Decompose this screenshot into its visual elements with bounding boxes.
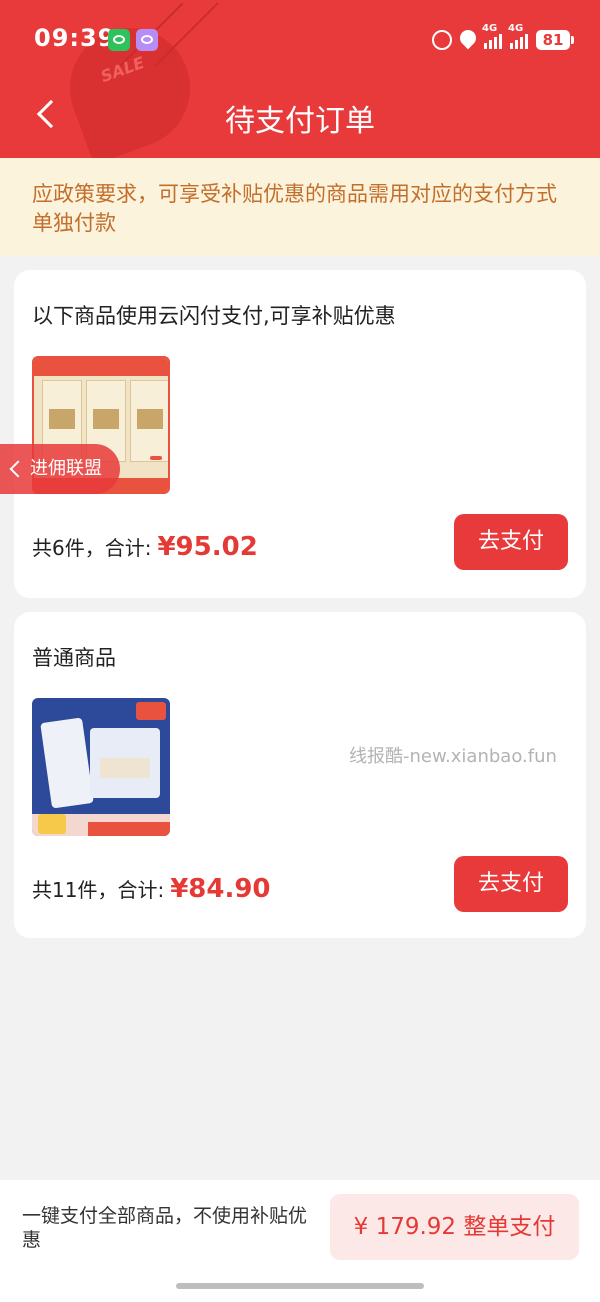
page-title: 待支付订单 xyxy=(225,104,375,139)
order-card-regular: 普通商品 共11件，合计: ¥84.90 去支付 xyxy=(14,612,586,938)
bottom-hint: 一键支付全部商品，不使用补贴优惠 xyxy=(22,1205,308,1251)
chevron-left-icon xyxy=(9,460,27,478)
floating-affiliate-tag[interactable]: 进佣联盟 xyxy=(0,444,120,494)
signal-icon: 4G xyxy=(482,23,502,49)
alarm-icon xyxy=(432,30,452,50)
pay-button[interactable]: 去支付 xyxy=(454,514,568,570)
order-summary: 共11件，合计: ¥84.90 xyxy=(32,874,271,904)
floating-tag-label: 进佣联盟 xyxy=(30,458,102,479)
order-amount: ¥95.02 xyxy=(157,532,258,562)
status-icons: 4G 4G 81 xyxy=(432,23,574,54)
signal-icon: 4G xyxy=(508,23,528,49)
order-summary: 共6件，合计: ¥95.02 xyxy=(32,532,258,562)
order-card-subsidy: 以下商品使用云闪付支付,可享补贴优惠 共6件，合计: ¥95.02 去支付 xyxy=(14,270,586,598)
home-indicator[interactable] xyxy=(176,1283,424,1289)
pay-button[interactable]: 去支付 xyxy=(454,856,568,912)
pay-all-button[interactable]: ¥ 179.92 整单支付 xyxy=(330,1194,579,1260)
status-time: 09:39 xyxy=(34,24,116,52)
watermark: 线报酷-new.xianbao.fun xyxy=(349,746,557,767)
order-count-label: 共6件，合计: xyxy=(32,536,152,560)
location-icon xyxy=(456,26,480,50)
order-card-title: 普通商品 xyxy=(32,646,116,670)
order-card-title: 以下商品使用云闪付支付,可享补贴优惠 xyxy=(32,304,396,328)
order-amount: ¥84.90 xyxy=(170,874,271,904)
order-count-label: 共11件，合计: xyxy=(32,878,165,902)
status-bar: 09:39 4G 4G 81 xyxy=(0,20,600,60)
header: SALE 09:39 4G 4G 81 待支付订单 xyxy=(0,0,600,158)
app-notification-icon xyxy=(136,29,158,51)
policy-notice: 应政策要求，可享受补贴优惠的商品需用对应的支付方式单独付款 xyxy=(0,158,600,256)
battery-icon: 81 xyxy=(536,30,574,50)
product-image-toothpaste[interactable] xyxy=(32,698,170,836)
wechat-icon xyxy=(108,29,130,51)
